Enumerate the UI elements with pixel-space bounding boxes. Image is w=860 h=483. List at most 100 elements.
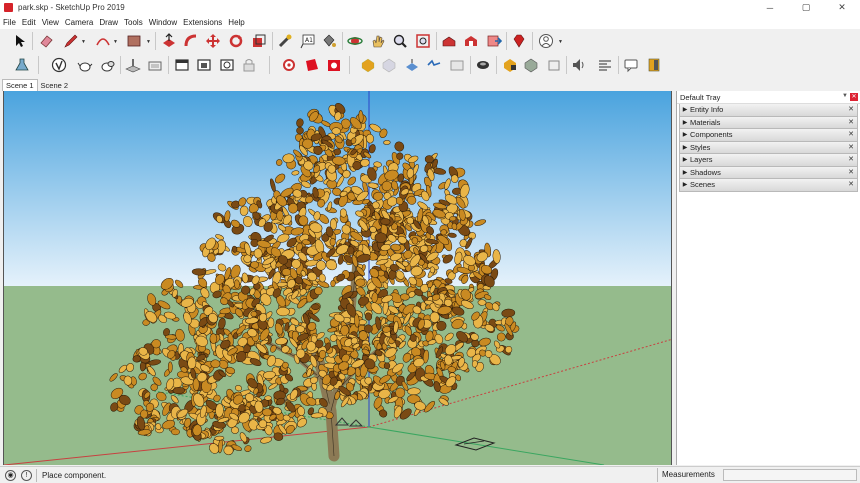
menu-draw[interactable]: Draw: [99, 18, 118, 27]
panel-styles[interactable]: ▶ Styles ✕: [679, 141, 858, 154]
follow-me-icon[interactable]: [182, 32, 200, 50]
menu-tools[interactable]: Tools: [124, 18, 143, 27]
expand-arrow-icon: ▶: [682, 182, 688, 189]
textured-icon[interactable]: [474, 56, 492, 74]
text-icon[interactable]: A1: [299, 32, 317, 50]
main-toolbar: ▼ ▼ ▼ A1 ▼: [0, 29, 860, 53]
status-bar: ◉ ! Place component. Measurements: [0, 466, 860, 483]
viewport-canvas[interactable]: [4, 91, 672, 465]
panel-close-button[interactable]: ✕: [848, 168, 854, 176]
menu-help[interactable]: Help: [228, 18, 244, 27]
panel-scenes[interactable]: ▶ Scenes ✕: [679, 179, 858, 192]
close-button[interactable]: ✕: [824, 0, 860, 15]
chat-icon[interactable]: [622, 56, 640, 74]
measurements-input[interactable]: [723, 469, 857, 481]
menu-extensions[interactable]: Extensions: [183, 18, 222, 27]
geo-location-icon[interactable]: ◉: [5, 469, 16, 481]
wireframe-icon[interactable]: [403, 56, 421, 74]
move-icon[interactable]: [204, 32, 222, 50]
menu-edit[interactable]: Edit: [22, 18, 36, 27]
panel-label: Components: [690, 130, 733, 140]
panel-close-button[interactable]: ✕: [848, 180, 854, 188]
panel-close-button[interactable]: ✕: [848, 130, 854, 138]
maximize-button[interactable]: ▢: [788, 0, 824, 15]
section-fill-icon[interactable]: [195, 56, 213, 74]
menu-window[interactable]: Window: [149, 18, 177, 27]
style-icon[interactable]: [359, 56, 377, 74]
scene-tab-2[interactable]: Scene 2: [38, 80, 72, 91]
teapot-group-icon[interactable]: [99, 56, 117, 74]
push-pull-icon[interactable]: [160, 32, 178, 50]
arc-icon[interactable]: [94, 32, 112, 50]
svg-text:A1: A1: [305, 37, 313, 44]
sound-icon[interactable]: [570, 56, 588, 74]
tray-title: Default Tray: [680, 92, 721, 102]
panel-close-button[interactable]: ✕: [848, 105, 854, 113]
section-icon[interactable]: [173, 56, 191, 74]
orbit-icon[interactable]: [346, 32, 364, 50]
instructor-icon[interactable]: [13, 56, 31, 74]
expand-arrow-icon: ▶: [682, 157, 688, 164]
shadow-icon[interactable]: [522, 56, 540, 74]
panel-label: Layers: [690, 155, 713, 165]
scene-tab-1[interactable]: Scene 1: [2, 79, 38, 91]
menu-camera[interactable]: Camera: [65, 18, 93, 27]
panel-close-button[interactable]: ✕: [848, 143, 854, 151]
warehouse-icon[interactable]: [440, 32, 458, 50]
info-icon[interactable]: !: [21, 469, 32, 481]
book-icon[interactable]: [645, 56, 663, 74]
expand-arrow-icon: ▶: [682, 107, 688, 114]
zoom-extents-icon[interactable]: [414, 32, 432, 50]
eraser-icon[interactable]: [37, 32, 55, 50]
zoom-icon[interactable]: [391, 32, 409, 50]
walk-icon[interactable]: [303, 56, 321, 74]
rotate-icon[interactable]: [227, 32, 245, 50]
account-icon[interactable]: [537, 32, 555, 50]
panel-label: Entity Info: [690, 105, 724, 115]
secondary-toolbar: [0, 53, 860, 77]
fog-icon[interactable]: [545, 56, 563, 74]
pan-icon[interactable]: [369, 32, 387, 50]
drawing-viewport[interactable]: [3, 91, 672, 465]
rectangle-icon[interactable]: [125, 32, 143, 50]
panel-close-button[interactable]: ✕: [848, 118, 854, 126]
panel-components[interactable]: ▶ Components ✕: [679, 129, 858, 142]
monochrome-icon[interactable]: [501, 56, 519, 74]
expand-arrow-icon: ▶: [682, 119, 688, 126]
scale-icon[interactable]: [250, 32, 268, 50]
camera-position-icon[interactable]: [280, 56, 298, 74]
title-bar: park.skp - SketchUp Pro 2019 ─ ▢ ✕: [0, 0, 860, 15]
validate-icon[interactable]: [50, 56, 68, 74]
ruby-icon[interactable]: [510, 32, 528, 50]
panel-entity-info[interactable]: ▶ Entity Info ✕: [679, 104, 858, 117]
panel-label: Styles: [690, 142, 711, 152]
minimize-button[interactable]: ─: [752, 0, 788, 15]
menu-view[interactable]: View: [42, 18, 59, 27]
flatten-icon[interactable]: [146, 56, 164, 74]
paint-bucket-icon[interactable]: [320, 32, 338, 50]
sandbox-icon[interactable]: [124, 56, 142, 74]
menu-file[interactable]: File: [3, 18, 16, 27]
panel-layers[interactable]: ▶ Layers ✕: [679, 154, 858, 167]
select-arrow-icon[interactable]: [11, 32, 29, 50]
position-camera-icon[interactable]: [325, 56, 343, 74]
panel-shadows[interactable]: ▶ Shadows ✕: [679, 166, 858, 179]
section-cut-icon[interactable]: [218, 56, 236, 74]
align-icon[interactable]: [596, 56, 614, 74]
tape-measure-icon[interactable]: [276, 32, 294, 50]
panel-close-button[interactable]: ✕: [848, 155, 854, 163]
lock-icon[interactable]: [240, 56, 258, 74]
pencil-line-icon[interactable]: [62, 32, 80, 50]
panel-materials[interactable]: ▶ Materials ✕: [679, 116, 858, 129]
xray-icon[interactable]: [380, 56, 398, 74]
send-to-layout-icon[interactable]: [485, 32, 503, 50]
extension-warehouse-icon[interactable]: [462, 32, 480, 50]
default-tray: Default Tray ▼ ✕ ▶ Entity Info ✕ ▶ Mater…: [676, 91, 860, 465]
teapot-icon[interactable]: [76, 56, 94, 74]
measurements-label: Measurements: [662, 470, 715, 479]
shaded-icon[interactable]: [448, 56, 466, 74]
hidden-line-icon[interactable]: [425, 56, 443, 74]
tray-close-button[interactable]: ✕: [850, 93, 858, 101]
tray-pin-button[interactable]: ▼: [842, 93, 848, 99]
expand-arrow-icon: ▶: [682, 169, 688, 176]
